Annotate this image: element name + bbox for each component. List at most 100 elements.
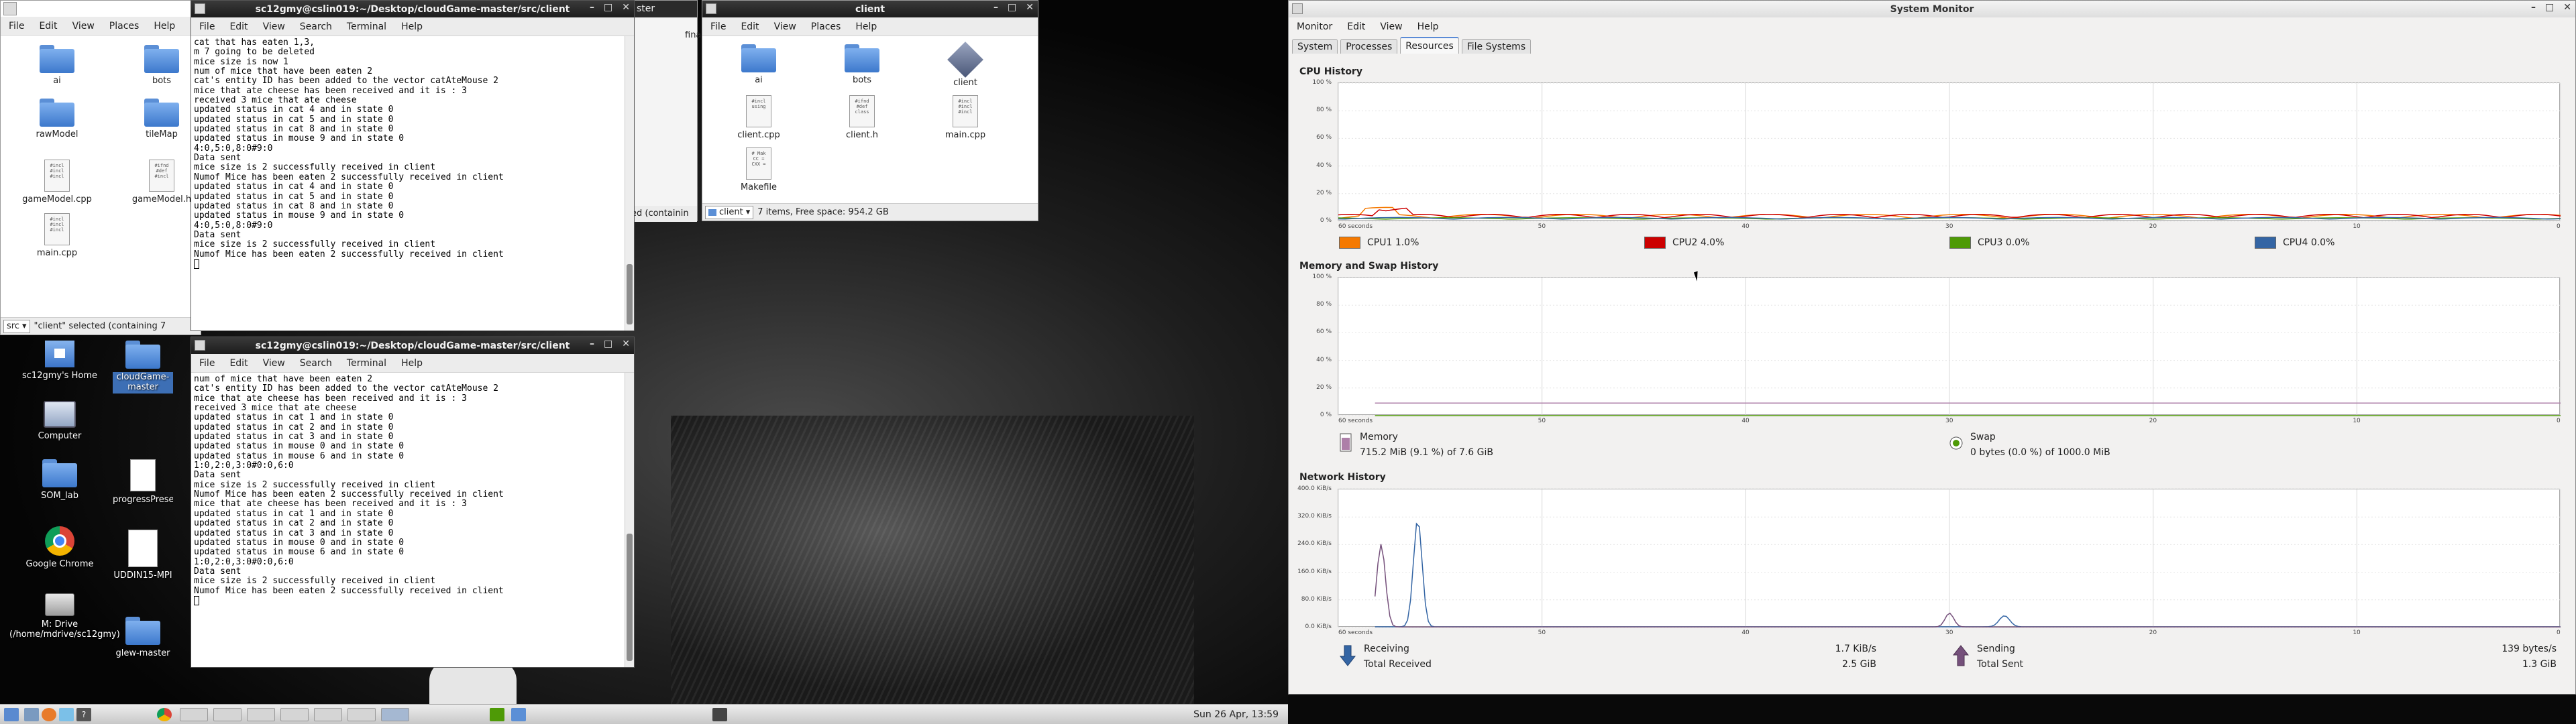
menu-places[interactable]: Places bbox=[109, 21, 140, 32]
sending-arrow-icon[interactable] bbox=[1952, 644, 1970, 672]
menu-edit[interactable]: Edit bbox=[229, 21, 248, 32]
folder-tilemap[interactable]: tileMap bbox=[121, 99, 201, 139]
desktop-icon-progress-presentation[interactable]: progressPresentation.ppt bbox=[113, 459, 173, 518]
desktop-icon-home[interactable]: sc12gmy's Home bbox=[9, 341, 110, 381]
menu-terminal[interactable]: Terminal bbox=[347, 21, 386, 32]
app-menu-icon[interactable] bbox=[4, 708, 19, 721]
taskbar-window-3[interactable] bbox=[247, 708, 275, 721]
desktop-icon-cloudgame-master[interactable]: cloudGame-master bbox=[113, 341, 173, 394]
menu-edit[interactable]: Edit bbox=[1347, 21, 1365, 32]
folder-taskbar-icon[interactable] bbox=[511, 708, 526, 721]
menu-view[interactable]: View bbox=[263, 21, 285, 32]
file-main-cpp[interactable]: #incl #incl #incl main.cpp bbox=[925, 95, 1006, 140]
folder-ai[interactable]: ai bbox=[17, 45, 97, 86]
folder-bots[interactable]: bots bbox=[822, 44, 902, 85]
help-icon[interactable]: ? bbox=[76, 708, 91, 721]
menu-file[interactable]: File bbox=[199, 21, 215, 32]
tab-file-systems[interactable]: File Systems bbox=[1461, 39, 1532, 54]
menu-help[interactable]: Help bbox=[401, 358, 423, 369]
titlebar[interactable]: System Monitor – □ ✕ bbox=[1289, 1, 2575, 17]
taskbar-window-7[interactable] bbox=[381, 708, 409, 721]
tab-system[interactable]: System bbox=[1292, 39, 1338, 54]
tab-processes[interactable]: Processes bbox=[1340, 39, 1398, 54]
menu-help[interactable]: Help bbox=[855, 21, 877, 32]
tab-resources[interactable]: Resources bbox=[1400, 37, 1459, 54]
menu-places[interactable]: Places bbox=[811, 21, 841, 32]
terminal-output[interactable]: num of mice that have been eaten 2 cat's … bbox=[191, 373, 634, 605]
menu-search[interactable]: Search bbox=[300, 358, 332, 369]
chrome-taskbar-icon[interactable] bbox=[157, 708, 172, 721]
menu-view[interactable]: View bbox=[72, 21, 95, 32]
path-combo[interactable]: client ▾ bbox=[705, 205, 754, 219]
cpu3-color-swatch[interactable] bbox=[1949, 237, 1971, 249]
scrollbar[interactable] bbox=[625, 373, 634, 667]
file-client-cpp[interactable]: #incl using client.cpp bbox=[718, 95, 799, 140]
titlebar[interactable]: sc12gmy@cslin019:~/Desktop/cloudGame-mas… bbox=[191, 1, 634, 17]
menu-monitor[interactable]: Monitor bbox=[1297, 21, 1332, 32]
maximize-icon[interactable]: □ bbox=[1008, 2, 1016, 13]
file-gamemodel-h[interactable]: #ifnd #def #incl gameModel.h bbox=[121, 160, 201, 204]
desktop-icon-som-lab[interactable]: SOM_lab bbox=[9, 459, 110, 501]
receiving-arrow-icon[interactable] bbox=[1339, 644, 1356, 672]
menu-edit[interactable]: Edit bbox=[39, 21, 57, 32]
file-client-h[interactable]: #ifnd #def class client.h bbox=[822, 95, 902, 140]
minimize-icon[interactable]: – bbox=[2531, 2, 2536, 13]
terminal-icon[interactable] bbox=[195, 3, 205, 14]
desktop-icon-uddin15-mpi[interactable]: UDDIN15-MPI bbox=[113, 530, 173, 583]
taskbar-window-5[interactable] bbox=[314, 708, 342, 721]
close-icon[interactable]: ✕ bbox=[2563, 2, 2571, 13]
titlebar[interactable]: client – □ ✕ bbox=[702, 1, 1038, 17]
folder-ai[interactable]: ai bbox=[718, 44, 799, 85]
menu-edit[interactable]: Edit bbox=[741, 21, 759, 32]
menu-terminal[interactable]: Terminal bbox=[347, 358, 386, 369]
menu-search[interactable]: Search bbox=[300, 21, 332, 32]
swap-pie-icon[interactable] bbox=[1949, 436, 1964, 450]
file-makefile[interactable]: # Mak CC = CXX = Makefile bbox=[718, 147, 799, 192]
taskbar-window-2[interactable] bbox=[213, 708, 241, 721]
desktop-icon-computer[interactable]: Computer bbox=[9, 401, 110, 441]
memory-pie-icon[interactable] bbox=[1338, 432, 1353, 452]
menu-file[interactable]: File bbox=[199, 358, 215, 369]
minimize-icon[interactable]: – bbox=[994, 2, 998, 13]
menu-view[interactable]: View bbox=[774, 21, 796, 32]
menu-help[interactable]: Help bbox=[1417, 21, 1439, 32]
system-monitor-icon[interactable] bbox=[1292, 3, 1303, 14]
tray-icon[interactable] bbox=[712, 708, 727, 721]
firefox-icon[interactable] bbox=[42, 708, 56, 721]
file-client-executable[interactable]: client bbox=[925, 42, 1006, 88]
puzzle-icon[interactable] bbox=[490, 708, 504, 721]
thunderbird-icon[interactable] bbox=[24, 708, 39, 721]
desktop-icon-m-drive[interactable]: M: Drive (/home/mdrive/sc12gmy) bbox=[9, 593, 120, 640]
folder-bots[interactable]: bots bbox=[121, 45, 201, 86]
cpu2-color-swatch[interactable] bbox=[1644, 237, 1666, 249]
cpu4-color-swatch[interactable] bbox=[2255, 237, 2276, 249]
maximize-icon[interactable]: □ bbox=[2545, 2, 2554, 13]
close-icon[interactable]: ✕ bbox=[1026, 2, 1034, 13]
desktop-icon-glew-master[interactable]: glew-master bbox=[113, 617, 173, 658]
scrollbar[interactable] bbox=[625, 36, 634, 330]
menu-file[interactable]: File bbox=[9, 21, 24, 32]
menu-help[interactable]: Help bbox=[154, 21, 175, 32]
window-icon[interactable] bbox=[3, 2, 17, 15]
folder-rawmodel[interactable]: rawModel bbox=[17, 99, 97, 139]
titlebar[interactable]: sc12gmy@cslin019:~/Desktop/cloudGame-mas… bbox=[191, 337, 634, 354]
settings-icon[interactable] bbox=[59, 708, 74, 721]
clock[interactable]: Sun 26 Apr, 13:59 bbox=[1193, 705, 1279, 724]
scrollbar-thumb[interactable] bbox=[627, 264, 633, 324]
minimize-icon[interactable]: – bbox=[590, 2, 594, 13]
close-icon[interactable]: ✕ bbox=[622, 339, 630, 349]
maximize-icon[interactable]: □ bbox=[604, 339, 612, 349]
desktop-icon-google-chrome[interactable]: Google Chrome bbox=[9, 526, 110, 569]
window-icon[interactable] bbox=[706, 3, 716, 14]
menu-file[interactable]: File bbox=[710, 21, 726, 32]
close-icon[interactable]: ✕ bbox=[622, 2, 630, 13]
taskbar-window-6[interactable] bbox=[347, 708, 376, 721]
maximize-icon[interactable]: □ bbox=[604, 2, 612, 13]
menu-view[interactable]: View bbox=[1380, 21, 1402, 32]
cpu1-color-swatch[interactable] bbox=[1339, 237, 1360, 249]
path-combo[interactable]: src ▾ bbox=[3, 319, 30, 333]
menu-edit[interactable]: Edit bbox=[229, 358, 248, 369]
scrollbar-thumb[interactable] bbox=[627, 534, 633, 661]
terminal-icon[interactable] bbox=[195, 340, 205, 351]
menu-help[interactable]: Help bbox=[401, 21, 423, 32]
